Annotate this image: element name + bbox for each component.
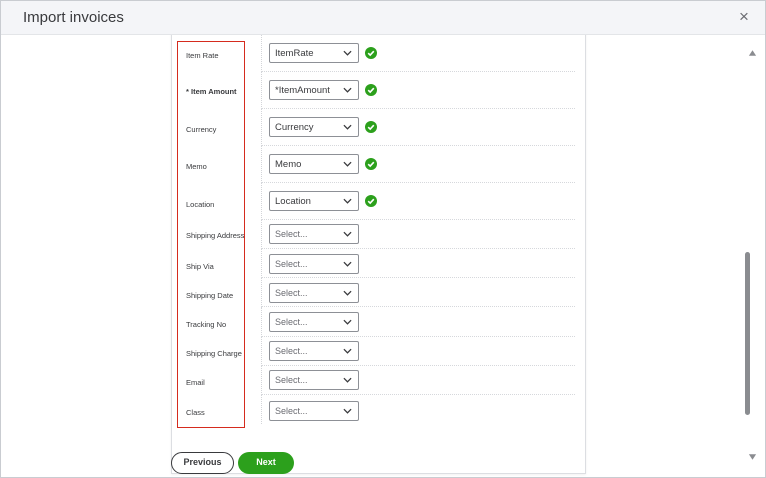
column-select[interactable]: Select... — [269, 224, 359, 244]
select-placeholder: Select... — [275, 288, 308, 298]
field-label: Currency — [186, 125, 217, 134]
dialog-title: Import invoices — [23, 9, 124, 26]
mapping-row-email: Email Select... — [172, 366, 587, 395]
chevron-down-icon — [343, 198, 352, 204]
mapped-check-icon — [365, 158, 377, 170]
select-placeholder: Select... — [275, 317, 308, 327]
field-label: Class — [186, 408, 205, 417]
column-select[interactable]: Select... — [269, 312, 359, 332]
field-label: Email — [186, 378, 205, 387]
column-select[interactable]: ItemRate — [269, 43, 359, 63]
next-button[interactable]: Next — [238, 452, 294, 474]
import-invoices-dialog: Import invoices × Item Rate ItemRate * I… — [0, 0, 766, 478]
chevron-down-icon — [343, 50, 352, 56]
select-placeholder: Select... — [275, 229, 308, 239]
mapping-row-memo: Memo Memo — [172, 146, 587, 183]
field-label: Tracking No — [186, 320, 227, 329]
mapping-row-location: Location Location — [172, 183, 587, 220]
scroll-up-arrow-icon[interactable] — [748, 49, 757, 57]
column-select[interactable]: Location — [269, 191, 359, 211]
field-mapping-card: Item Rate ItemRate * Item Amount *ItemAm… — [171, 35, 586, 474]
scroll-down-arrow-icon[interactable] — [748, 453, 757, 461]
chevron-down-icon — [343, 290, 352, 296]
select-placeholder: Select... — [275, 346, 308, 356]
mapping-row-item-rate: Item Rate ItemRate — [172, 35, 587, 72]
chevron-down-icon — [343, 161, 352, 167]
select-value: Memo — [275, 159, 302, 170]
mapped-check-icon — [365, 121, 377, 133]
chevron-down-icon — [343, 87, 352, 93]
field-label: Shipping Date — [186, 291, 234, 300]
mapping-row-shipping-address: Shipping Address Select... — [172, 220, 587, 249]
select-placeholder: Select... — [275, 406, 308, 416]
mapped-check-icon — [365, 47, 377, 59]
field-label: Ship Via — [186, 262, 214, 271]
mapping-row-item-amount: * Item Amount *ItemAmount — [172, 72, 587, 109]
chevron-down-icon — [343, 124, 352, 130]
select-placeholder: Select... — [275, 259, 308, 269]
field-label: Memo — [186, 162, 207, 171]
column-select[interactable]: Select... — [269, 401, 359, 421]
chevron-down-icon — [343, 408, 352, 414]
field-label: Location — [186, 200, 215, 209]
chevron-down-icon — [343, 319, 352, 325]
close-icon[interactable]: × — [735, 8, 753, 26]
column-select[interactable]: Select... — [269, 254, 359, 274]
column-select[interactable]: Memo — [269, 154, 359, 174]
scrollbar-thumb[interactable] — [745, 252, 750, 415]
column-select[interactable]: Select... — [269, 283, 359, 303]
mapping-row-currency: Currency Currency — [172, 109, 587, 146]
column-select[interactable]: Select... — [269, 370, 359, 390]
previous-button[interactable]: Previous — [171, 452, 234, 474]
mapping-row-shipping-date: Shipping Date Select... — [172, 278, 587, 307]
chevron-down-icon — [343, 261, 352, 267]
select-value: Currency — [275, 122, 314, 133]
column-select[interactable]: *ItemAmount — [269, 80, 359, 100]
select-value: ItemRate — [275, 48, 314, 59]
chevron-down-icon — [343, 231, 352, 237]
select-placeholder: Select... — [275, 375, 308, 385]
mapped-check-icon — [365, 195, 377, 207]
field-label: Shipping Address — [186, 231, 245, 240]
mapped-check-icon — [365, 84, 377, 96]
chevron-down-icon — [343, 348, 352, 354]
vertical-scrollbar[interactable] — [741, 35, 765, 477]
column-select[interactable]: Select... — [269, 341, 359, 361]
field-label: * Item Amount — [186, 87, 237, 96]
select-value: *ItemAmount — [275, 85, 330, 96]
dialog-header: Import invoices × — [1, 1, 765, 35]
mapping-row-tracking-no: Tracking No Select... — [172, 307, 587, 337]
field-label: Shipping Charge — [186, 349, 242, 358]
chevron-down-icon — [343, 377, 352, 383]
mapping-row-class: Class Select... — [172, 395, 587, 424]
column-select[interactable]: Currency — [269, 117, 359, 137]
mapping-row-shipping-charge: Shipping Charge Select... — [172, 337, 587, 366]
mapping-row-ship-via: Ship Via Select... — [172, 249, 587, 278]
mapping-content: Item Rate ItemRate * Item Amount *ItemAm… — [1, 35, 741, 477]
field-label: Item Rate — [186, 51, 219, 60]
select-value: Location — [275, 196, 311, 207]
